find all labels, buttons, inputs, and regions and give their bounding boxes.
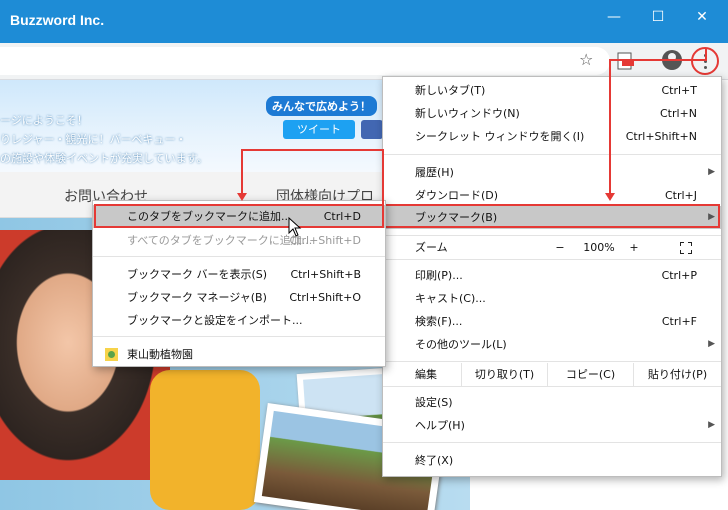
- mouse-cursor-icon: [288, 217, 302, 237]
- menu-shortcut: Ctrl+T: [661, 84, 697, 97]
- menu-label: ダウンロード(D): [415, 189, 499, 202]
- menu-history[interactable]: 履歴(H) ▶: [383, 161, 721, 184]
- submenu-arrow-icon: ▶: [708, 420, 715, 430]
- menu-separator: [383, 361, 721, 362]
- annotation-arrow-icon: [237, 193, 247, 201]
- fullscreen-icon[interactable]: [680, 242, 692, 254]
- menu-label: ブックマーク バーを表示(S): [127, 268, 268, 281]
- menu-label: 履歴(H): [415, 166, 454, 179]
- menu-label: 新しいウィンドウ(N): [415, 107, 520, 120]
- menu-downloads[interactable]: ダウンロード(D) Ctrl+J: [383, 184, 721, 207]
- submenu-arrow-icon: ▶: [708, 167, 715, 177]
- menu-label: ブックマーク マネージャ(B): [127, 291, 267, 304]
- menu-label: キャスト(C)...: [415, 292, 486, 305]
- menu-shortcut: Ctrl+Shift+N: [625, 130, 697, 143]
- submenu-add-all-tabs[interactable]: すべてのタブをブックマークに追加... Ctrl+Shift+D: [93, 229, 385, 252]
- menu-label: ヘルプ(H): [415, 419, 465, 432]
- menu-separator: [93, 336, 385, 337]
- title-bar: Buzzword Inc. — ☐ ✕: [0, 0, 728, 43]
- copy-button[interactable]: コピー(C): [547, 363, 633, 386]
- annotation-arrow-icon: [605, 193, 615, 201]
- menu-new-tab[interactable]: 新しいタブ(T) Ctrl+T: [383, 79, 721, 102]
- zoom-level: 100%: [583, 241, 615, 254]
- menu-label: このタブをブックマークに追加...: [127, 210, 292, 223]
- menu-shortcut: Ctrl+Shift+O: [289, 291, 361, 304]
- annotation-line: [241, 149, 243, 193]
- menu-separator: [383, 442, 721, 443]
- menu-separator: [383, 259, 721, 260]
- menu-help[interactable]: ヘルプ(H) ▶: [383, 414, 721, 437]
- menu-shortcut: Ctrl+D: [323, 210, 361, 223]
- menu-zoom-row: ズーム − 100% +: [383, 236, 721, 259]
- menu-shortcut: Ctrl+P: [661, 269, 697, 282]
- bookmark-item[interactable]: 東山動植物園: [93, 343, 385, 366]
- zoom-in-button[interactable]: +: [619, 236, 649, 259]
- pdf-extension-icon[interactable]: [616, 52, 636, 70]
- menu-separator: [383, 386, 721, 387]
- tweet-label: ツイート: [297, 123, 341, 136]
- minimize-button[interactable]: —: [592, 6, 636, 28]
- menu-label: ブックマーク(B): [415, 211, 498, 224]
- submenu-arrow-icon: ▶: [708, 212, 715, 222]
- annotation-line: [382, 149, 384, 216]
- submenu-import[interactable]: ブックマークと設定をインポート...: [93, 309, 385, 332]
- menu-shortcut: Ctrl+Shift+B: [290, 268, 361, 281]
- menu-separator: [93, 256, 385, 257]
- menu-edit-row: 編集 切り取り(T) コピー(C) 貼り付け(P): [383, 363, 721, 386]
- hero-photo-shirt: [150, 370, 260, 510]
- menu-print[interactable]: 印刷(P)... Ctrl+P: [383, 264, 721, 287]
- menu-new-window[interactable]: 新しいウィンドウ(N) Ctrl+N: [383, 102, 721, 125]
- menu-separator: [383, 154, 721, 155]
- maximize-button[interactable]: ☐: [636, 6, 680, 28]
- submenu-add-bookmark[interactable]: このタブをブックマークに追加... Ctrl+D: [93, 205, 385, 228]
- close-button[interactable]: ✕: [680, 6, 724, 28]
- annotation-line: [609, 59, 611, 193]
- menu-settings[interactable]: 設定(S): [383, 391, 721, 414]
- menu-shortcut: Ctrl+J: [664, 189, 697, 202]
- bookmark-star-icon[interactable]: ☆: [579, 50, 593, 69]
- menu-label: ズーム: [415, 241, 448, 254]
- bookmark-submenu: このタブをブックマークに追加... Ctrl+D すべてのタブをブックマークに追…: [92, 200, 386, 367]
- menu-incognito[interactable]: シークレット ウィンドウを開く(I) Ctrl+Shift+N: [383, 125, 721, 148]
- menu-label: ブックマークと設定をインポート...: [127, 314, 303, 327]
- menu-shortcut: Ctrl+F: [661, 315, 697, 328]
- menu-label: 設定(S): [415, 396, 453, 409]
- chrome-main-menu: 新しいタブ(T) Ctrl+T 新しいウィンドウ(N) Ctrl+N シークレッ…: [382, 76, 722, 477]
- menu-more-tools[interactable]: その他のツール(L) ▶: [383, 333, 721, 356]
- submenu-arrow-icon: ▶: [708, 339, 715, 349]
- favicon-icon: [105, 348, 118, 361]
- banner-text-2: りレジャー・観光に！バーベキュー・: [0, 134, 187, 146]
- menu-bookmarks[interactable]: ブックマーク(B) ▶: [383, 206, 721, 229]
- cut-button[interactable]: 切り取り(T): [461, 363, 547, 386]
- banner-text-1: ージにようこそ！: [0, 115, 88, 127]
- menu-label: 新しいタブ(T): [415, 84, 486, 97]
- menu-label: シークレット ウィンドウを開く(I): [415, 130, 585, 143]
- zoom-out-button[interactable]: −: [545, 236, 575, 259]
- submenu-manager[interactable]: ブックマーク マネージャ(B) Ctrl+Shift+O: [93, 286, 385, 309]
- banner-text-3: の施設や体験イベントが充実しています。: [0, 153, 208, 165]
- menu-label: その他のツール(L): [415, 338, 507, 351]
- menu-label: 編集: [415, 368, 437, 381]
- menu-label: 東山動植物園: [127, 348, 193, 361]
- menu-exit[interactable]: 終了(X): [383, 449, 721, 472]
- submenu-show-bar[interactable]: ブックマーク バーを表示(S) Ctrl+Shift+B: [93, 263, 385, 286]
- menu-find[interactable]: 検索(F)... Ctrl+F: [383, 310, 721, 333]
- share-label: みんなで広めよう！: [266, 96, 377, 116]
- paste-button[interactable]: 貼り付け(P): [633, 363, 721, 386]
- tweet-button[interactable]: ツイート: [283, 120, 355, 139]
- window-title: Buzzword Inc.: [10, 12, 105, 28]
- address-bar[interactable]: [0, 47, 610, 75]
- menu-label: すべてのタブをブックマークに追加...: [127, 234, 313, 247]
- annotation-line: [609, 59, 707, 61]
- browser-toolbar: ☆: [0, 43, 728, 80]
- menu-shortcut: Ctrl+N: [659, 107, 697, 120]
- menu-label: 印刷(P)...: [415, 269, 463, 282]
- menu-label: 終了(X): [415, 454, 454, 467]
- menu-cast[interactable]: キャスト(C)...: [383, 287, 721, 310]
- menu-label: 検索(F)...: [415, 315, 463, 328]
- like-button[interactable]: [361, 120, 383, 139]
- annotation-line: [241, 149, 384, 151]
